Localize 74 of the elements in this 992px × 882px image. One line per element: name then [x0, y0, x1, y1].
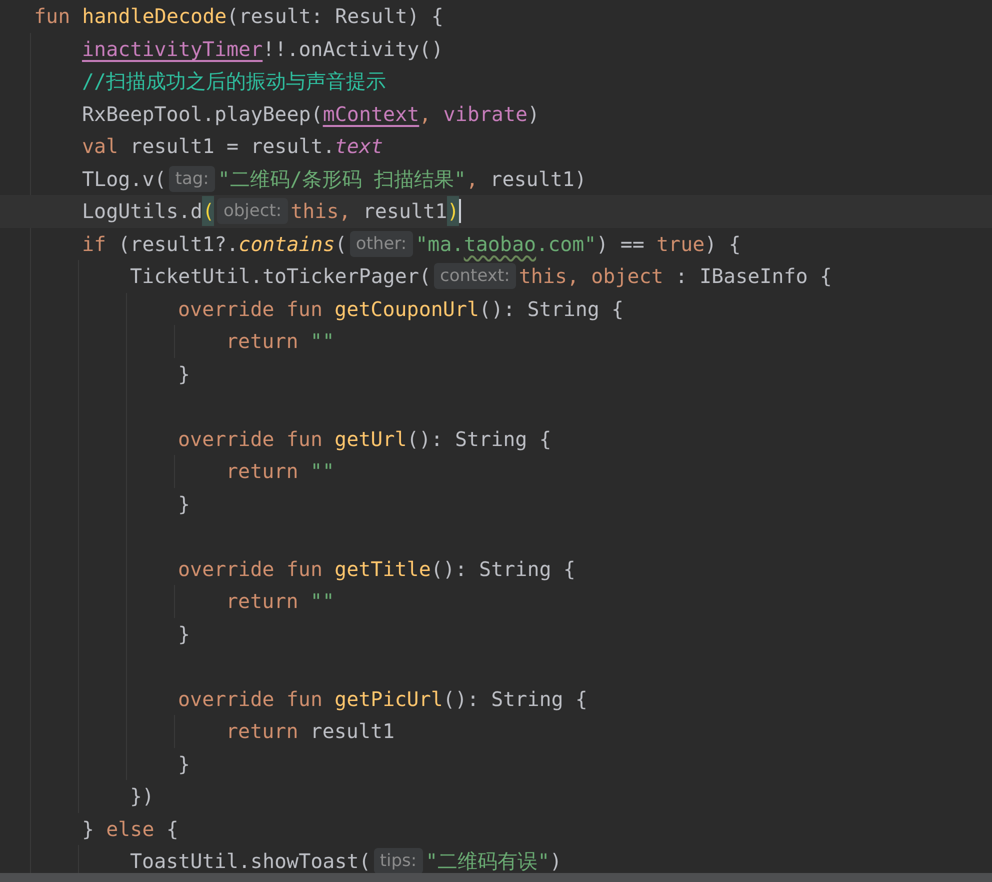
code-text: } — [178, 490, 190, 518]
code-text: (): String { — [479, 296, 624, 323]
keyword: this, — [290, 198, 352, 226]
keyword: this, object — [518, 263, 664, 290]
keyword: else — [106, 816, 156, 843]
code-text: TLog.v( — [82, 166, 166, 193]
text-caret — [459, 199, 462, 224]
code-text: }) — [130, 783, 154, 810]
parameter-hint: tips: — [374, 848, 423, 874]
code-text: ( — [334, 230, 347, 258]
keyword: return — [226, 458, 300, 486]
keyword: override fun — [178, 296, 324, 323]
keyword: return — [226, 588, 300, 616]
function-name: getUrl — [334, 426, 407, 453]
code-text: ) — [528, 100, 540, 128]
horizontal-scrollbar[interactable] — [0, 873, 992, 882]
keyword: , — [466, 166, 480, 193]
code-text: result1 — [310, 718, 395, 746]
code-text: (): String { — [442, 686, 588, 713]
function-name: handleDecode — [82, 3, 227, 30]
string-literal: "二维码有误" — [426, 848, 550, 876]
keyword: override fun — [178, 686, 324, 713]
function-name: contains — [238, 230, 335, 258]
keyword: true — [656, 230, 705, 258]
code-text: ToastUtil.showToast( — [130, 848, 371, 876]
code-text: : IBaseInfo { — [675, 263, 832, 290]
keyword: override fun — [178, 426, 324, 453]
keyword: fun — [34, 3, 72, 30]
keyword: if — [82, 230, 108, 258]
code-text: } — [178, 360, 190, 388]
string-literal: "" — [310, 458, 334, 486]
code-text: } — [178, 750, 190, 778]
parameter-hint: context: — [434, 263, 516, 290]
code-text: (): String { — [430, 556, 576, 583]
keyword: , — [419, 100, 432, 128]
parameter-hint: object: — [217, 198, 288, 224]
code-text: result1) — [490, 166, 586, 193]
code-text: result1 — [362, 198, 448, 226]
code-text: ) == — [596, 230, 646, 258]
code-text: (result1?. — [118, 230, 239, 258]
string-literal: "ma. — [416, 230, 464, 258]
code-comment: //扫描成功之后的振动与声音提示 — [82, 68, 386, 96]
matched-brace: ( — [202, 196, 214, 226]
code-text: TicketUtil.toTickerPager( — [130, 263, 432, 290]
code-text: (result: Result) { — [226, 3, 444, 30]
string-literal: "" — [310, 588, 334, 616]
string-literal: .com" — [536, 230, 596, 258]
keyword: val — [82, 133, 120, 160]
property-name: mContext — [322, 100, 420, 128]
string-literal: taobao — [464, 230, 536, 258]
parameter-hint: other: — [350, 230, 413, 257]
keyword: return — [226, 328, 300, 356]
code-text: } — [178, 620, 190, 648]
keyword: return — [226, 718, 300, 746]
code-text: } — [82, 816, 96, 843]
property-name: inactivityTimer — [82, 36, 263, 63]
keyword: override fun — [178, 556, 324, 583]
parameter-hint: tag: — [169, 166, 215, 192]
property-name: vibrate — [443, 100, 528, 128]
code-text: (): String { — [406, 426, 552, 453]
code-text: !!.onActivity() — [262, 36, 444, 63]
string-literal: "" — [310, 328, 334, 356]
string-literal: "二维码/条形码 扫描结果" — [218, 166, 466, 193]
function-name: getCouponUrl — [334, 296, 480, 323]
code-text: LogUtils.d — [82, 198, 202, 226]
code-text: { — [166, 816, 178, 843]
code-text: RxBeepTool.playBeep( — [82, 100, 323, 128]
code-text: ) — [550, 848, 562, 876]
function-name: getTitle — [334, 556, 431, 583]
property-name: text — [334, 133, 384, 160]
code-text: ) { — [704, 230, 741, 258]
function-name: getPicUrl — [334, 686, 443, 713]
code-text: result1 = result. — [130, 133, 335, 160]
matched-brace: ) — [447, 196, 460, 226]
